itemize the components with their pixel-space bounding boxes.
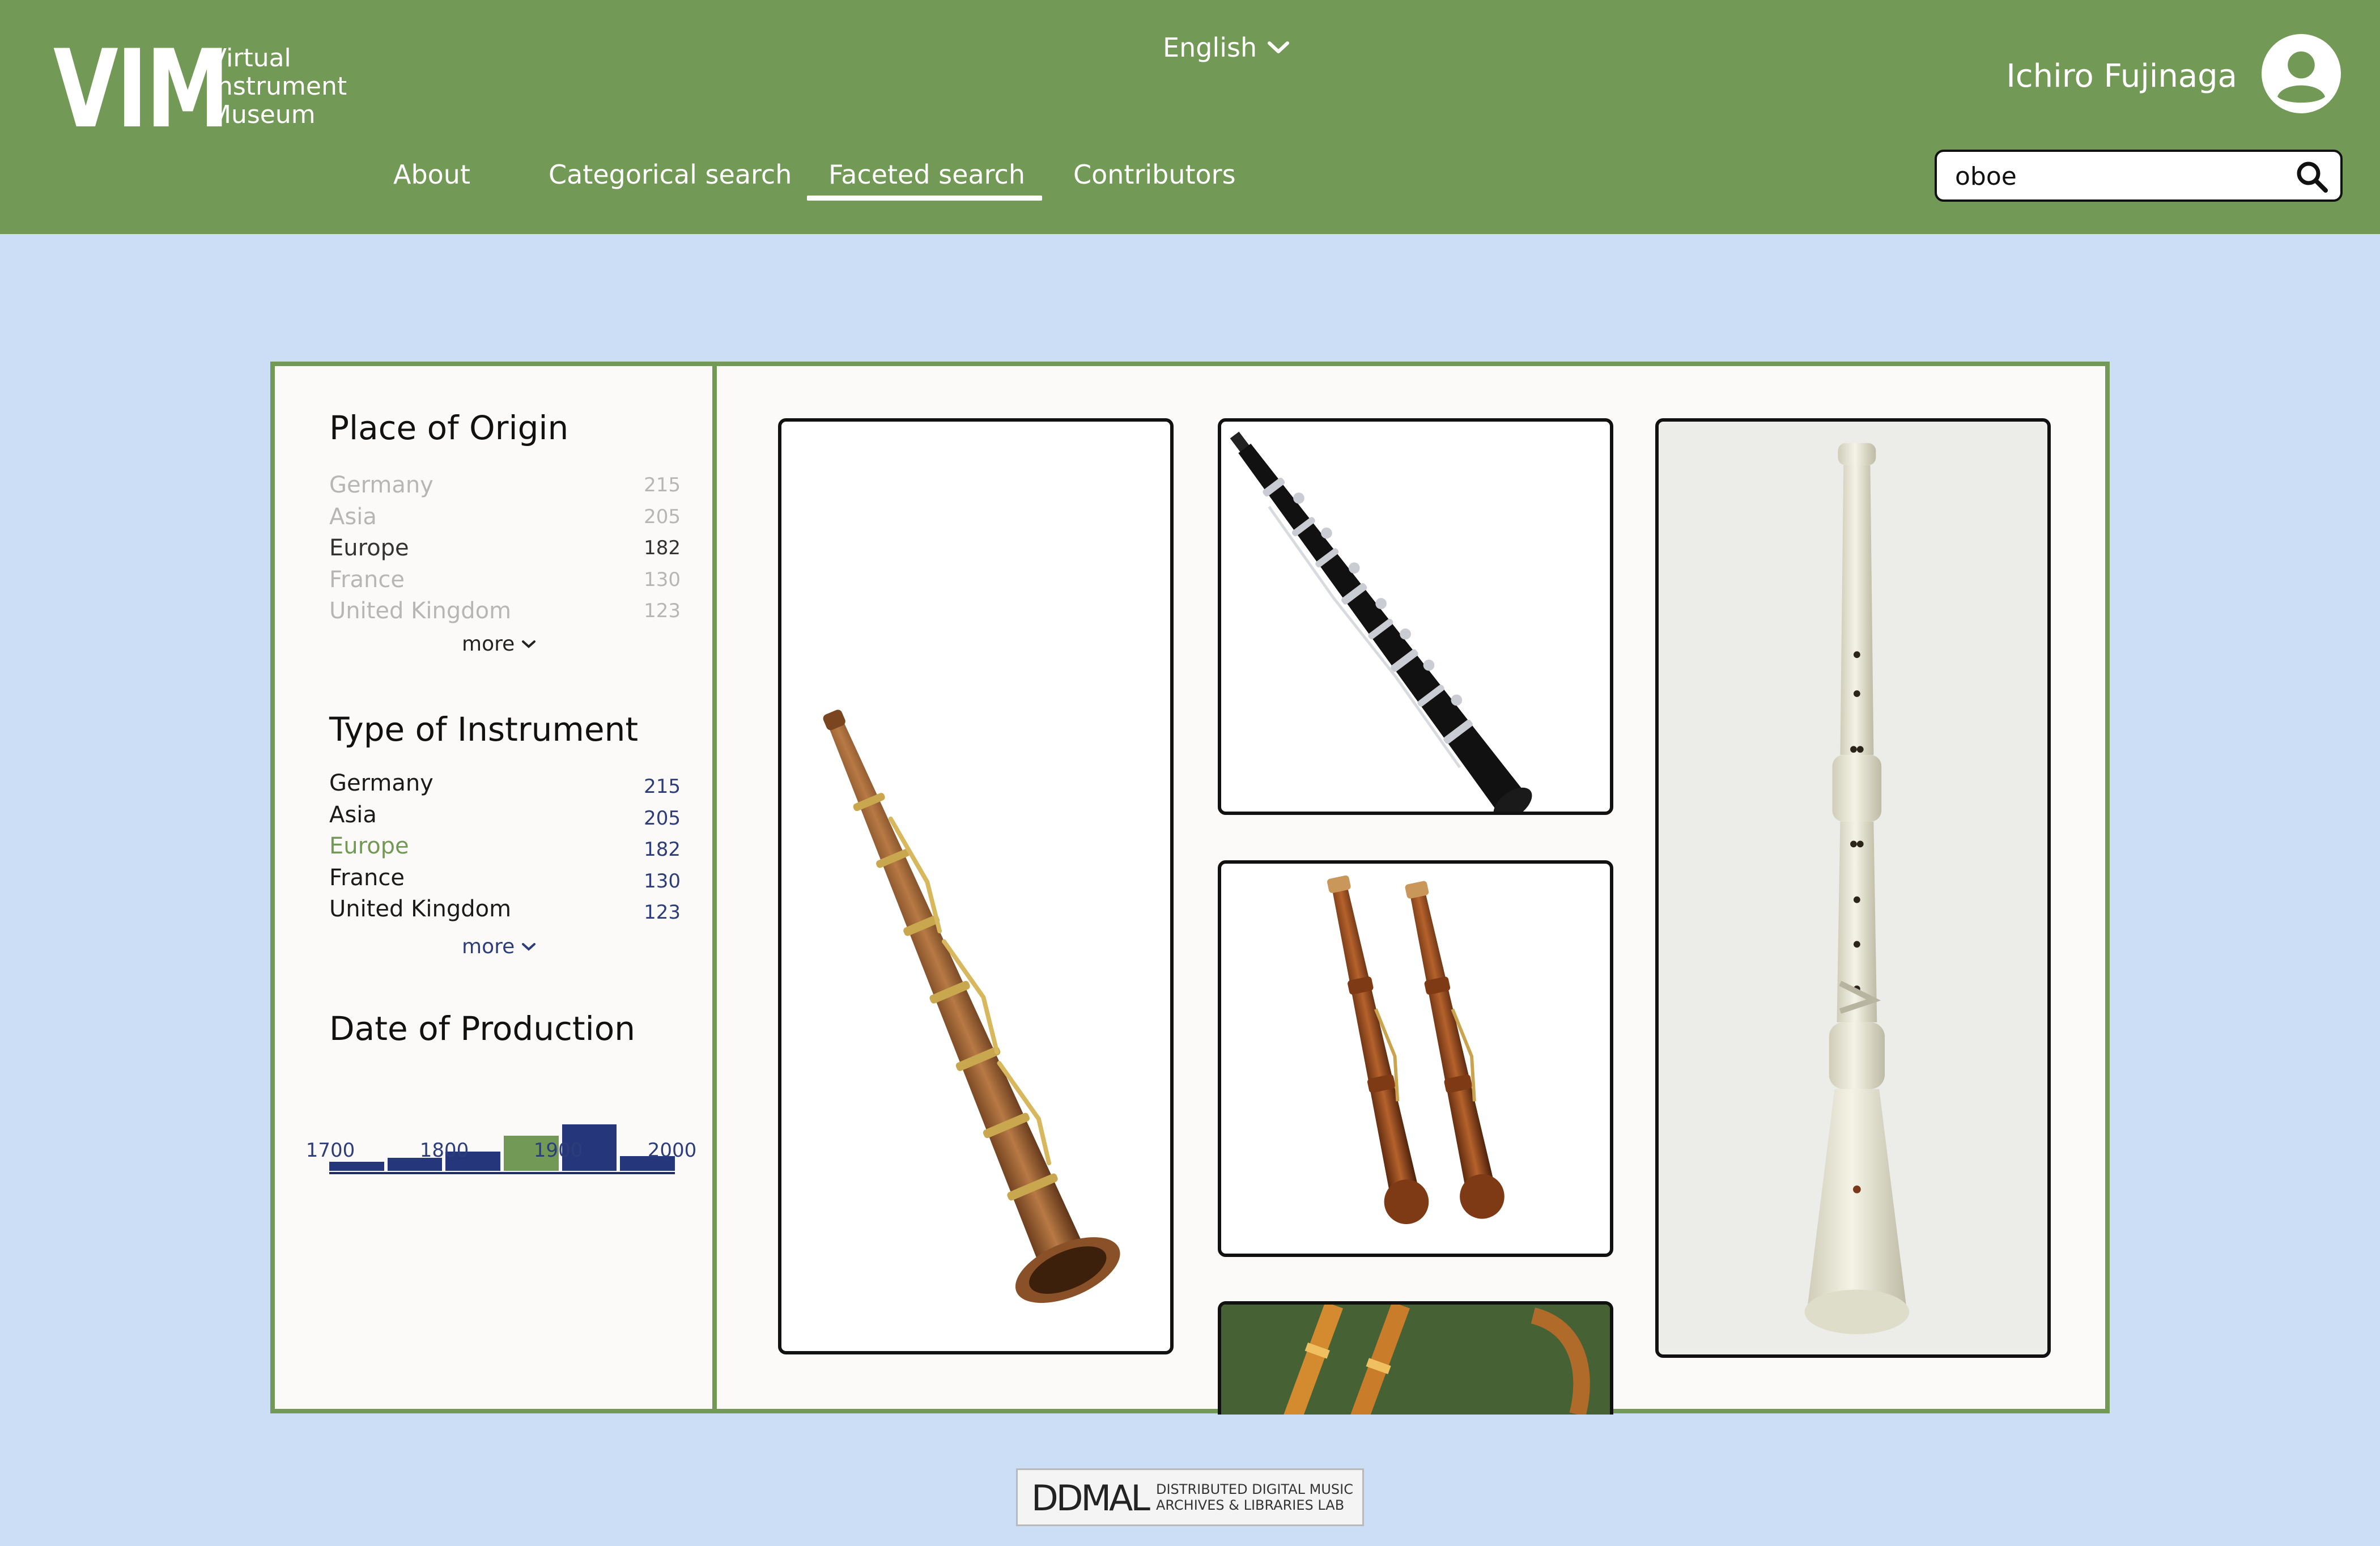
results-panel: Place of Origin Germany 215 Asia 205 Eur… xyxy=(270,362,2110,1415)
facet-title-date: Date of Production xyxy=(329,1009,635,1048)
ddmal-mark: DDMAL xyxy=(1031,1477,1150,1519)
type-more-button[interactable]: more xyxy=(462,933,536,961)
facet-sidebar: Place of Origin Germany 215 Asia 205 Eur… xyxy=(275,366,717,1409)
histogram-axis xyxy=(329,1172,675,1174)
facet-count: 123 xyxy=(644,901,681,924)
facet-type-europe[interactable]: Europe 182 xyxy=(329,830,681,862)
ddmal-logo[interactable]: DDMAL DISTRIBUTED DIGITAL MUSIC ARCHIVES… xyxy=(1016,1468,1364,1526)
facet-type-germany[interactable]: Germany 215 xyxy=(329,767,681,799)
facet-title-type: Type of Instrument xyxy=(329,710,639,749)
facet-label: United Kingdom xyxy=(329,598,512,624)
facet-count: 215 xyxy=(644,775,681,798)
nav-faceted-search[interactable]: Faceted search xyxy=(807,156,1042,201)
site-header: VIM Virtual Instrument Museum English Ic… xyxy=(0,0,2380,234)
nav-about[interactable]: About xyxy=(393,156,470,193)
facet-label: Europe xyxy=(329,535,409,561)
ddmal-text: DISTRIBUTED DIGITAL MUSIC ARCHIVES & LIB… xyxy=(1156,1481,1353,1513)
result-card-oboe-painting[interactable] xyxy=(1218,1301,1613,1415)
search-box xyxy=(1935,150,2343,202)
oboe-image xyxy=(1327,875,1504,1224)
chevron-down-icon xyxy=(522,943,536,951)
origin-more-button[interactable]: more xyxy=(462,630,536,659)
vim-logo[interactable]: VIM Virtual Instrument Museum xyxy=(53,27,371,152)
facet-count: 123 xyxy=(644,600,681,622)
tick-label: 1800 xyxy=(419,1139,469,1162)
tick-label: 1900 xyxy=(533,1139,583,1162)
oboe-image xyxy=(1230,431,1532,812)
result-card-pair-of-baroque-oboes[interactable] xyxy=(1218,860,1613,1257)
more-label: more xyxy=(462,632,515,656)
chevron-down-icon xyxy=(522,640,536,648)
facet-label: Germany xyxy=(329,770,434,796)
facet-origin-germany[interactable]: Germany 215 xyxy=(329,469,681,501)
facet-count: 130 xyxy=(644,870,681,893)
facet-title-origin: Place of Origin xyxy=(329,409,569,447)
logo-mark: VIM xyxy=(53,27,230,152)
facet-origin-united-kingdom[interactable]: United Kingdom 123 xyxy=(329,595,681,627)
facet-label: Asia xyxy=(329,802,377,828)
facet-count: 205 xyxy=(644,807,681,830)
facet-count: 182 xyxy=(644,838,681,861)
chevron-down-icon xyxy=(1268,41,1290,53)
oboe-image xyxy=(823,710,1120,1303)
facet-origin-france[interactable]: France 130 xyxy=(329,564,681,596)
logo-text: Virtual Instrument Museum xyxy=(210,44,347,129)
result-card-black-modern-oboe[interactable] xyxy=(1218,418,1613,815)
date-histogram[interactable] xyxy=(329,1086,686,1174)
facet-count: 182 xyxy=(644,537,681,559)
result-card-ivory-oboe[interactable] xyxy=(1655,418,2051,1358)
facet-label: Europe xyxy=(329,833,409,859)
histogram-bar[interactable] xyxy=(329,1162,384,1171)
tick-label: 1700 xyxy=(305,1139,355,1162)
facet-count: 205 xyxy=(644,506,681,528)
user-name[interactable]: Ichiro Fujinaga xyxy=(2006,57,2237,96)
oboe-image xyxy=(1659,426,2047,1350)
painting-image xyxy=(1221,1305,1610,1415)
result-card-wooden-brass-keyed-oboe[interactable] xyxy=(778,418,1174,1354)
facet-type-france[interactable]: France 130 xyxy=(329,862,681,894)
nav-contributors[interactable]: Contributors xyxy=(1073,156,1236,193)
facet-count: 215 xyxy=(644,474,681,496)
facet-label: Germany xyxy=(329,472,434,498)
search-icon[interactable] xyxy=(2295,160,2329,194)
facet-origin-asia[interactable]: Asia 205 xyxy=(329,501,681,533)
tick-label: 2000 xyxy=(647,1139,697,1162)
facet-label: France xyxy=(329,865,405,891)
language-selector[interactable]: English xyxy=(1163,31,1290,65)
search-input[interactable] xyxy=(1954,155,2273,197)
facet-type-united-kingdom[interactable]: United Kingdom 123 xyxy=(329,893,681,925)
facet-origin-europe[interactable]: Europe 182 xyxy=(329,532,681,564)
user-avatar-icon[interactable] xyxy=(2262,34,2341,113)
language-label: English xyxy=(1163,32,1257,63)
facet-type-asia[interactable]: Asia 205 xyxy=(329,799,681,831)
facet-count: 130 xyxy=(644,568,681,591)
nav-categorical-search[interactable]: Categorical search xyxy=(549,156,792,193)
facet-label: United Kingdom xyxy=(329,896,512,922)
facet-label: France xyxy=(329,567,405,593)
more-label: more xyxy=(462,935,515,958)
facet-label: Asia xyxy=(329,504,377,530)
